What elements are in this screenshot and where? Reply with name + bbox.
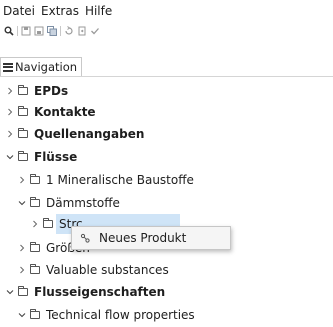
folder-icon	[18, 85, 28, 95]
tree-item-label: Technical flow properties	[46, 308, 195, 322]
tree-item-technical-flow-properties[interactable]: Technical flow properties	[17, 304, 195, 326]
save-as-icon[interactable]	[33, 25, 45, 37]
chevron-down-icon[interactable]	[17, 198, 27, 208]
folder-icon	[18, 128, 28, 138]
tree-item-valuable-substances[interactable]: Valuable substances	[17, 259, 169, 281]
chevron-right-icon[interactable]	[17, 175, 27, 185]
tree-item-daemmstoffe[interactable]: Dämmstoffe	[17, 192, 120, 214]
tab-divider	[0, 76, 333, 77]
tree-item-flusseigenschaften[interactable]: Flusseigenschaften	[5, 281, 165, 303]
tree-item-label: Dämmstoffe	[46, 196, 120, 210]
folder-icon	[43, 218, 53, 228]
undo-icon[interactable]	[63, 25, 75, 37]
tree-item-label: Valuable substances	[46, 263, 169, 277]
folder-icon	[18, 286, 28, 296]
new-product-icon	[79, 232, 91, 244]
search-icon[interactable]	[3, 25, 15, 37]
chevron-right-icon[interactable]	[17, 243, 27, 253]
menu-bar: Datei Extras Hilfe	[0, 0, 333, 22]
menu-hilfe[interactable]: Hilfe	[82, 0, 115, 22]
tree-item-fluesse[interactable]: Flüsse	[5, 146, 77, 168]
save-all-icon[interactable]	[46, 25, 58, 37]
toolbar-separator	[60, 26, 61, 36]
folder-icon	[30, 264, 40, 274]
tab-label: Navigation	[15, 60, 78, 74]
save-icon[interactable]	[20, 25, 32, 37]
chevron-right-icon[interactable]	[5, 129, 15, 139]
folder-icon	[30, 174, 40, 184]
redo-icon[interactable]	[76, 25, 88, 37]
chevron-down-icon[interactable]	[5, 152, 15, 162]
chevron-right-icon[interactable]	[5, 107, 15, 117]
toolbar	[0, 23, 101, 39]
menu-extras[interactable]: Extras	[38, 0, 82, 22]
tree-item-label: Flüsse	[34, 150, 78, 164]
folder-icon	[18, 151, 28, 161]
tree-item-label: Quellenangaben	[34, 127, 145, 141]
folder-icon	[30, 197, 40, 207]
tree-item-quellenangaben[interactable]: Quellenangaben	[5, 123, 144, 145]
chevron-down-icon[interactable]	[5, 287, 15, 297]
menu-icon	[3, 62, 13, 72]
chevron-right-icon[interactable]	[5, 86, 15, 96]
tree-item-epds[interactable]: EPDs	[5, 80, 68, 102]
toolbar-separator	[17, 26, 18, 36]
context-menu-item-neues-produkt[interactable]: Neues Produkt	[99, 231, 186, 245]
folder-icon	[30, 309, 40, 319]
tree-item-mineralische-baustoffe[interactable]: 1 Mineralische Baustoffe	[17, 169, 194, 191]
tab-navigation[interactable]: Navigation	[0, 57, 83, 76]
tree-item-kontakte[interactable]: Kontakte	[5, 101, 96, 123]
check-icon[interactable]	[89, 25, 101, 37]
tree-item-label: Kontakte	[34, 105, 96, 119]
folder-icon	[18, 106, 28, 116]
tree-item-label: 1 Mineralische Baustoffe	[46, 173, 194, 187]
context-menu: Neues Produkt	[71, 226, 231, 250]
chevron-right-icon[interactable]	[30, 219, 40, 229]
tree-item-label: EPDs	[34, 84, 69, 98]
tree-item-label: Flusseigenschaften	[34, 285, 166, 299]
chevron-right-icon[interactable]	[17, 265, 27, 275]
chevron-down-icon[interactable]	[17, 310, 27, 320]
folder-icon	[30, 242, 40, 252]
menu-datei[interactable]: Datei	[0, 0, 38, 22]
